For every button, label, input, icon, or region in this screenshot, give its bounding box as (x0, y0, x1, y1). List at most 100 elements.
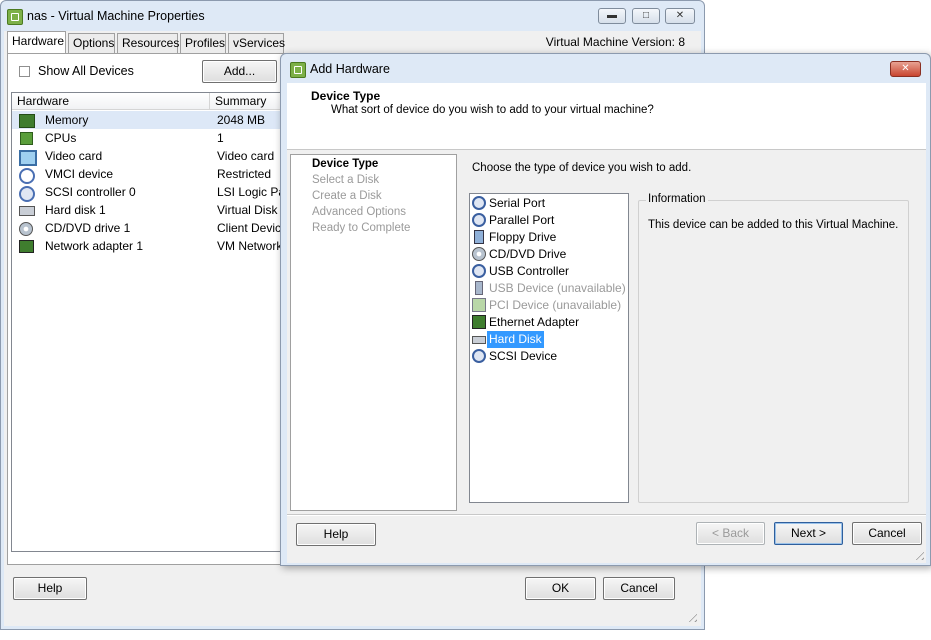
device-item-usb-controller[interactable]: USB Controller (470, 263, 628, 280)
cd-dvd-drive-icon (472, 247, 486, 261)
device-label: Floppy Drive (489, 230, 557, 244)
wizard-steps-panel: Device Type Select a Disk Create a Disk … (290, 154, 457, 511)
network-adapter-icon (19, 240, 34, 253)
device-label: PCI Device (unavailable) (489, 298, 622, 312)
information-label: Information (646, 193, 708, 205)
device-label: Hard Disk (487, 331, 544, 348)
add-hardware-titlebar[interactable]: Add Hardware ✕ (281, 54, 930, 84)
usb-controller-icon (472, 264, 486, 278)
hardware-row-network-adapter[interactable]: Network adapter 1 VM Network (12, 237, 285, 255)
add-button[interactable]: Add... (202, 60, 277, 83)
next-button[interactable]: Next > (774, 522, 843, 545)
floppy-drive-icon (474, 230, 484, 244)
cpu-icon (20, 132, 33, 145)
wizard-header-subtitle: What sort of device do you wish to add t… (331, 104, 654, 116)
wizard-cancel-button[interactable]: Cancel (852, 522, 922, 545)
hardware-name: Hard disk 1 (45, 203, 106, 217)
vm-help-button[interactable]: Help (13, 577, 87, 600)
column-header-hardware[interactable]: Hardware (12, 93, 210, 110)
wizard-header-title: Device Type (311, 89, 381, 103)
hardware-row-hard-disk[interactable]: Hard disk 1 Virtual Disk (12, 201, 285, 219)
minimize-button[interactable]: ▬ (598, 8, 626, 24)
information-groupbox: Information This device can be added to … (638, 193, 909, 503)
add-hardware-client: Device Type What sort of device do you w… (287, 83, 926, 563)
device-label: USB Device (unavailable) (489, 281, 626, 295)
dialog-close-button[interactable]: ✕ (890, 61, 921, 77)
hardware-name: Network adapter 1 (45, 239, 144, 253)
hardware-row-video-card[interactable]: Video card Video card (12, 147, 285, 166)
maximize-button[interactable]: □ (632, 8, 660, 24)
device-type-list[interactable]: Serial Port Parallel Port Floppy Drive C… (469, 193, 629, 503)
hardware-row-vmci-device[interactable]: VMCI device Restricted (12, 165, 285, 184)
hardware-summary: VM Network (217, 239, 283, 253)
hardware-row-scsi-controller[interactable]: SCSI controller 0 LSI Logic Par (12, 183, 289, 202)
hardware-name: CPUs (45, 131, 77, 145)
close-button[interactable]: ✕ (665, 8, 695, 24)
hard-disk-icon (19, 206, 35, 216)
cd-dvd-icon (19, 222, 33, 236)
tab-profiles[interactable]: Profiles (180, 33, 226, 53)
hardware-summary: LSI Logic Par (217, 185, 290, 199)
device-item-hard-disk[interactable]: Hard Disk (470, 331, 628, 348)
hardware-name: SCSI controller 0 (45, 185, 136, 199)
device-item-usb-device: USB Device (unavailable) (470, 280, 628, 297)
monitor-icon (19, 150, 37, 166)
device-item-cd-dvd-drive[interactable]: CD/DVD Drive (470, 246, 628, 263)
device-label: Serial Port (489, 196, 546, 210)
device-item-serial-port[interactable]: Serial Port (470, 195, 628, 212)
tab-options[interactable]: Options (68, 33, 115, 53)
hardware-name: CD/DVD drive 1 (45, 221, 131, 235)
hardware-row-cd-dvd[interactable]: CD/DVD drive 1 Client Device (12, 219, 288, 237)
device-item-floppy-drive[interactable]: Floppy Drive (470, 229, 628, 246)
tab-resources[interactable]: Resources (117, 33, 179, 53)
vsphere-app-icon (290, 62, 306, 78)
device-item-parallel-port[interactable]: Parallel Port (470, 212, 628, 229)
hardware-summary: 2048 MB (217, 113, 266, 127)
step-device-type: Device Type (312, 158, 379, 170)
tab-vservices[interactable]: vServices (228, 33, 285, 53)
hardware-name: VMCI device (45, 167, 114, 181)
wizard-help-button[interactable]: Help (296, 523, 376, 546)
tab-hardware[interactable]: Hardware (7, 31, 66, 53)
hardware-summary: Restricted (217, 167, 272, 181)
information-text: This device can be added to this Virtual… (648, 219, 899, 231)
resize-grip[interactable] (685, 610, 697, 622)
add-hardware-title: Add Hardware (310, 62, 390, 76)
tab-strip: Hardware Options Resources Profiles vSer… (7, 31, 697, 53)
ok-button[interactable]: OK (525, 577, 596, 600)
device-label: SCSI Device (489, 349, 558, 363)
step-ready-to-complete: Ready to Complete (312, 222, 411, 234)
column-header-summary[interactable]: Summary (210, 93, 290, 110)
hardware-summary: 1 (217, 131, 224, 145)
device-item-ethernet-adapter[interactable]: Ethernet Adapter (470, 314, 628, 331)
dialog-resize-grip[interactable] (912, 548, 924, 560)
pci-device-icon (472, 298, 486, 312)
hard-disk-icon (472, 336, 486, 344)
step-create-disk: Create a Disk (312, 190, 382, 202)
hardware-row-memory[interactable]: Memory 2048 MB (12, 111, 285, 129)
scsi-controller-icon (19, 186, 35, 202)
show-all-devices-label[interactable]: Show All Devices (38, 64, 134, 78)
vm-cancel-button[interactable]: Cancel (603, 577, 675, 600)
vsphere-app-icon (7, 9, 23, 25)
scsi-device-icon (472, 349, 486, 363)
hardware-row-cpus[interactable]: CPUs 1 (12, 129, 285, 147)
usb-device-icon (475, 281, 483, 295)
add-hardware-window: Add Hardware ✕ Device Type What sort of … (280, 53, 931, 566)
hardware-summary: Client Device (217, 221, 288, 235)
hardware-list[interactable]: Hardware Summary Memory 2048 MB CPUs 1 V… (11, 92, 290, 552)
back-button[interactable]: < Back (696, 522, 765, 545)
vm-properties-title: nas - Virtual Machine Properties (27, 9, 205, 23)
hardware-name: Video card (45, 149, 103, 163)
vm-properties-titlebar[interactable]: nas - Virtual Machine Properties ▬ □ ✕ (1, 1, 704, 31)
hardware-summary: Virtual Disk (217, 203, 278, 217)
device-label: USB Controller (489, 264, 570, 278)
step-select-disk: Select a Disk (312, 174, 380, 186)
show-all-devices-checkbox[interactable] (19, 66, 30, 77)
button-separator (287, 514, 926, 516)
device-label: Ethernet Adapter (489, 315, 580, 329)
hardware-summary: Video card (217, 149, 275, 163)
ethernet-adapter-icon (472, 315, 486, 329)
vm-version-label: Virtual Machine Version: 8 (545, 35, 685, 49)
device-item-scsi-device[interactable]: SCSI Device (470, 348, 628, 365)
